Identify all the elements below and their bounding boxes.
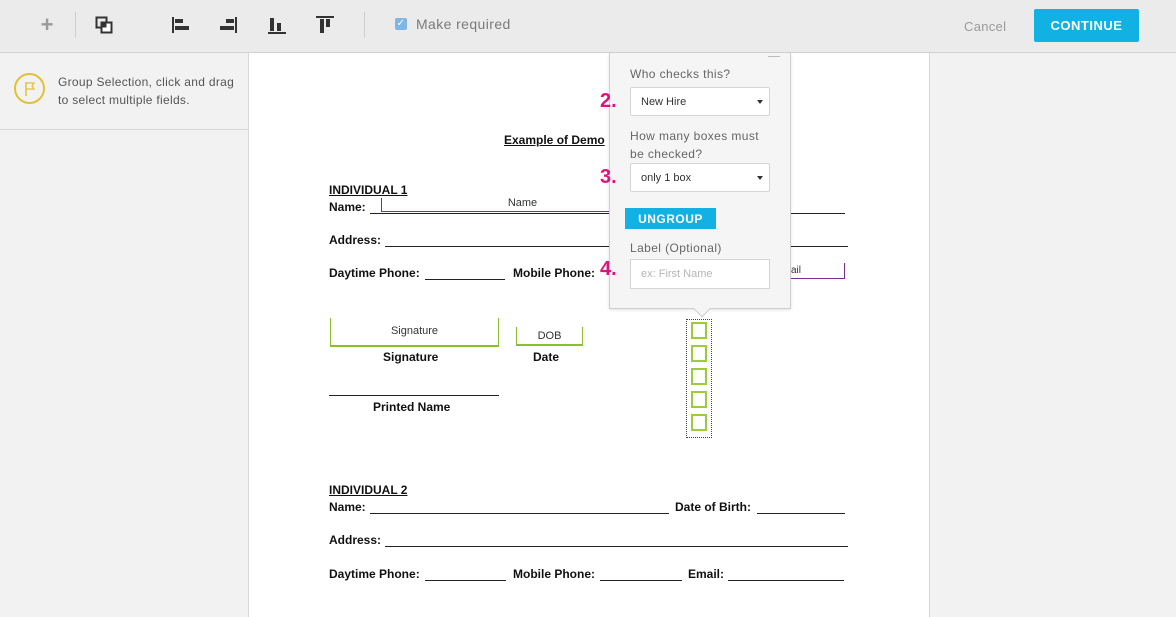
printed-name-label: Printed Name (373, 400, 451, 414)
document-title: Example of Demo (504, 133, 605, 147)
group-fields-icon[interactable] (94, 12, 114, 38)
checkbox[interactable] (691, 345, 707, 362)
mobile-phone-label: Mobile Phone: (513, 567, 595, 581)
individual2-heading: INDIVIDUAL 2 (329, 483, 408, 497)
continue-button[interactable]: CONTINUE (1034, 9, 1139, 42)
checkbox[interactable] (691, 414, 707, 431)
toolbar-divider (75, 12, 76, 38)
how-many-label-line2: be checked? (630, 147, 703, 161)
caret-down-icon (757, 176, 763, 180)
name-label: Name: (329, 500, 366, 514)
flag-icon (14, 73, 45, 104)
group-selection-hint: Group Selection, click and drag to selec… (0, 53, 248, 130)
label-input[interactable] (630, 259, 770, 289)
who-checks-label: Who checks this? (630, 67, 731, 81)
email-line (728, 580, 844, 581)
how-many-label-line1: How many boxes must (630, 129, 759, 143)
toolbar: + ✓ Make required Cancel CONTINUE (0, 0, 1176, 53)
hint-text: Group Selection, click and drag to selec… (58, 75, 235, 107)
daytime-phone-line (425, 279, 505, 280)
who-checks-value: New Hire (641, 95, 687, 108)
mobile-phone-line (600, 580, 682, 581)
align-right-icon[interactable] (218, 12, 238, 38)
ungroup-button[interactable]: UNGROUP (625, 208, 716, 229)
who-checks-select[interactable]: New Hire (630, 87, 770, 116)
name-label: Name: (329, 200, 366, 214)
align-bottom-icon[interactable] (267, 12, 287, 38)
checkbox[interactable] (691, 391, 707, 408)
dob-line (757, 513, 845, 514)
right-panel (929, 53, 1176, 617)
email-field[interactable]: ail (790, 263, 845, 279)
checkbox-checked-icon[interactable]: ✓ (395, 18, 407, 30)
signature-label: Signature (383, 350, 439, 364)
daytime-phone-label: Daytime Phone: (329, 567, 420, 581)
daytime-phone-label: Daytime Phone: (329, 266, 420, 280)
caret-down-icon (757, 100, 763, 104)
checkbox[interactable] (691, 368, 707, 385)
align-top-icon[interactable] (315, 12, 335, 38)
printed-name-line (329, 395, 499, 396)
individual1-heading: INDIVIDUAL 1 (329, 183, 408, 197)
cancel-button[interactable]: Cancel (964, 19, 1006, 34)
signature-field[interactable]: Signature (330, 318, 499, 347)
date-label: Date (533, 350, 560, 364)
mobile-phone-label: Mobile Phone: (513, 266, 595, 280)
date-of-birth-label: Date of Birth: (675, 500, 751, 514)
step-number: 4. (600, 258, 617, 280)
step-number: 2. (600, 90, 617, 112)
name-line-right (790, 213, 845, 214)
step-number: 3. (600, 166, 617, 188)
how-many-label: How many boxes must be checked? (630, 127, 759, 163)
address-label: Address: (329, 233, 382, 247)
daytime-phone-line (425, 580, 506, 581)
checkbox-group[interactable] (686, 319, 712, 438)
minimize-icon[interactable] (768, 51, 780, 57)
align-left-icon[interactable] (171, 12, 191, 38)
name-line (370, 513, 669, 514)
dob-field[interactable]: DOB (516, 327, 583, 346)
address-label: Address: (329, 533, 382, 547)
toolbar-divider (364, 12, 365, 38)
address-line (385, 546, 848, 547)
make-required-label: Make required (416, 16, 511, 32)
document-page: Example of Demo INDIVIDUAL 1 Name: Name … (249, 53, 929, 617)
make-required-toggle[interactable]: ✓ Make required (395, 16, 511, 32)
checkbox[interactable] (691, 322, 707, 339)
how-many-value: only 1 box (641, 171, 692, 184)
email-label: Email: (688, 567, 725, 581)
checkbox-group-settings-popover: Who checks this? New Hire How many boxes… (609, 51, 791, 318)
label-optional-title: Label (Optional) (630, 241, 722, 255)
how-many-select[interactable]: only 1 box (630, 163, 770, 192)
left-panel: Group Selection, click and drag to selec… (0, 53, 249, 617)
plus-icon[interactable]: + (36, 12, 58, 38)
